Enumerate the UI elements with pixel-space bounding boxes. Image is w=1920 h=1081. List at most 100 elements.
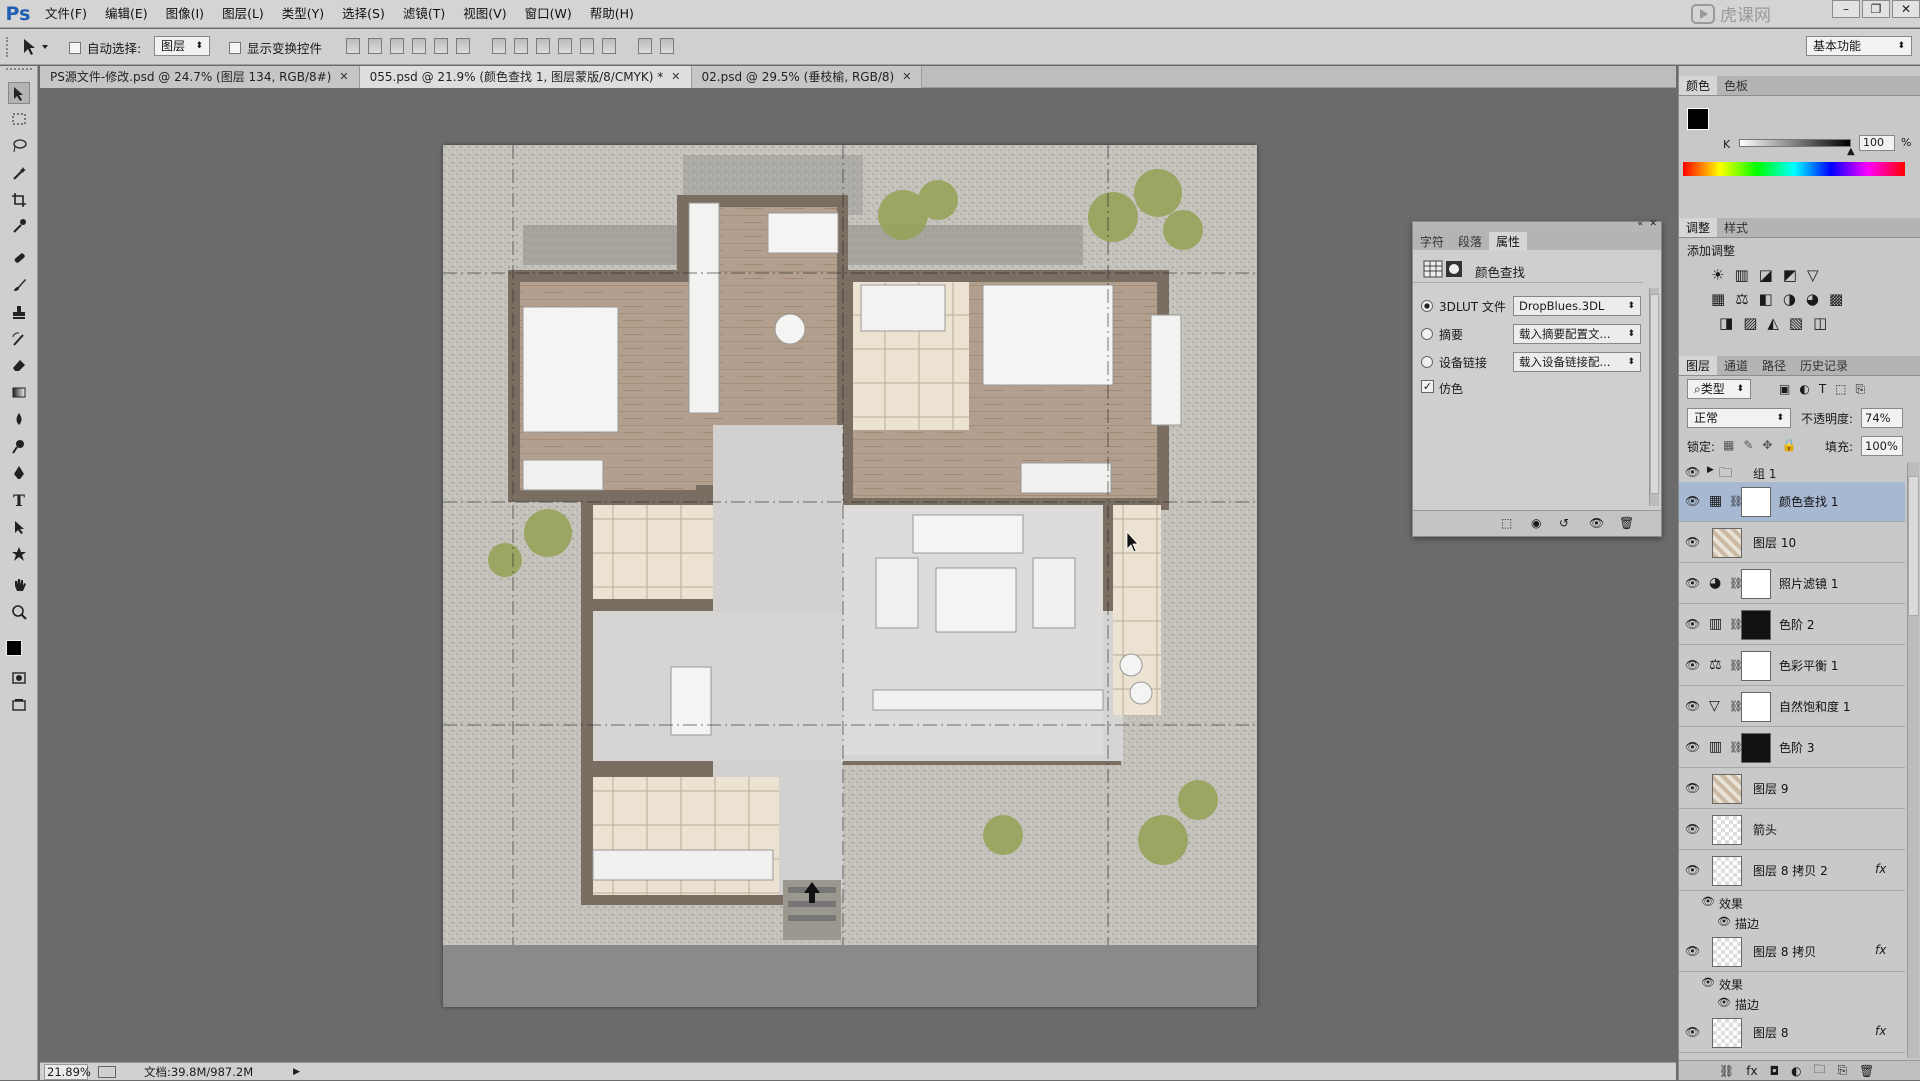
eye-icon[interactable]: 👁	[1685, 782, 1701, 794]
lock-all-icon[interactable]: 🔒	[1781, 438, 1796, 452]
color-balance-icon[interactable]: ⚖	[1735, 290, 1748, 314]
eyedropper-icon[interactable]	[8, 215, 30, 237]
posterize-icon[interactable]: ▨	[1743, 314, 1757, 338]
eye-icon[interactable]: 👁	[1685, 466, 1701, 478]
panel-tab[interactable]: 历史记录	[1793, 356, 1855, 375]
eye-icon[interactable]: 👁	[1685, 823, 1701, 835]
toolbar-grip[interactable]	[6, 68, 32, 74]
fill-input[interactable]: 100%	[1861, 436, 1903, 456]
blend-mode-dropdown[interactable]: 正常 ⬍	[1687, 408, 1791, 428]
align-distribute-icon[interactable]	[514, 38, 528, 54]
gradient-tool-icon[interactable]	[8, 381, 30, 403]
align-distribute-icon[interactable]	[346, 38, 360, 54]
collapse-icon[interactable]: «	[1637, 219, 1643, 229]
panel-tab[interactable]: 调整	[1679, 218, 1718, 237]
quick-mask-icon[interactable]	[8, 667, 30, 689]
crop-tool-icon[interactable]	[8, 189, 30, 211]
align-distribute-icon[interactable]	[660, 38, 674, 54]
magic-wand-icon[interactable]	[8, 162, 30, 184]
exposure-icon[interactable]: ◩	[1783, 266, 1797, 290]
menu-item[interactable]: 选择(S)	[333, 0, 394, 28]
fx-badge[interactable]: fx	[1875, 1024, 1886, 1038]
group-row[interactable]: 👁 ▶ 🗀 组 1	[1679, 462, 1905, 482]
auto-select-dropdown[interactable]: 图层 ⬍	[154, 36, 210, 56]
channel-mixer-icon[interactable]: ◕	[1806, 290, 1819, 314]
gradient-map-icon[interactable]: ▧	[1789, 314, 1803, 338]
layer-row[interactable]: 👁 图层 8 fx	[1679, 1013, 1905, 1053]
delete-layer-icon[interactable]: 🗑	[1859, 1064, 1874, 1078]
hand-tool-icon[interactable]	[8, 574, 30, 596]
layer-row[interactable]: 👁 箭头	[1679, 810, 1905, 850]
align-distribute-icon[interactable]	[602, 38, 616, 54]
panel-tab[interactable]: 段落	[1451, 232, 1489, 250]
view-previous-icon[interactable]: ◉	[1531, 516, 1541, 530]
layer-row[interactable]: 👁 图层 8 拷贝 2 fx	[1679, 851, 1905, 891]
layer-row[interactable]: 👁 ▽ ⛓ 自然饱和度 1	[1679, 687, 1905, 727]
hue-saturation-icon[interactable]: ▦	[1711, 290, 1725, 314]
align-distribute-icon[interactable]	[580, 38, 594, 54]
layer-row[interactable]: 👁 ▦ ⛓ 颜色查找 1	[1679, 482, 1905, 522]
eye-icon[interactable]: 👁	[1685, 1026, 1701, 1038]
move-tool-preset[interactable]	[20, 35, 56, 57]
panel-tab[interactable]: 样式	[1717, 218, 1755, 237]
black-white-icon[interactable]: ◧	[1759, 290, 1773, 314]
layer-thumbnail[interactable]	[1712, 937, 1742, 967]
color-lookup-icon[interactable]: ▩	[1829, 290, 1843, 314]
eraser-tool-icon[interactable]	[8, 354, 30, 376]
link-layers-icon[interactable]: ⛓	[1719, 1064, 1734, 1078]
eye-icon[interactable]: 👁	[1685, 700, 1701, 712]
eye-icon[interactable]: 👁	[1685, 495, 1701, 507]
layers-scrollbar[interactable]	[1907, 462, 1919, 1058]
panel-tab[interactable]: 通道	[1717, 356, 1755, 375]
proof-icon[interactable]	[98, 1065, 116, 1078]
layer-row[interactable]: 👁 图层 8 拷贝 fx	[1679, 932, 1905, 972]
restore-button[interactable]: ❐	[1862, 0, 1890, 18]
layer-mask-thumbnail[interactable]	[1741, 610, 1771, 640]
tab-close-icon[interactable]: ✕	[339, 66, 348, 88]
eye-icon[interactable]: 👁	[1685, 618, 1701, 630]
eye-icon[interactable]: 👁	[1701, 976, 1715, 989]
lock-transparent-icon[interactable]: ▦	[1723, 438, 1734, 452]
blur-tool-icon[interactable]	[8, 408, 30, 430]
invert-icon[interactable]: ◨	[1719, 314, 1733, 338]
lut-file-dropdown[interactable]: DropBlues.3DL ⬍	[1513, 296, 1641, 316]
effects-row[interactable]: 👁 效果	[1679, 892, 1905, 912]
document-tab[interactable]: PS源文件-修改.psd @ 24.7% (图层 134, RGB/8#) ✕	[40, 66, 360, 88]
minimize-button[interactable]: –	[1832, 0, 1860, 18]
type-filter-icon[interactable]: T	[1819, 382, 1826, 397]
healing-brush-icon[interactable]	[8, 247, 30, 269]
color-fg-swatch[interactable]	[1687, 108, 1709, 130]
align-distribute-icon[interactable]	[536, 38, 550, 54]
devicelink-dropdown[interactable]: 载入设备链接配... ⬍	[1513, 352, 1641, 372]
layer-mask-thumbnail[interactable]	[1741, 733, 1771, 763]
layer-row[interactable]: 👁 ▥ ⛓ 色阶 2	[1679, 605, 1905, 645]
document-tab[interactable]: 055.psd @ 21.9% (颜色查找 1, 图层蒙版/8/CMYK) * ✕	[359, 66, 692, 88]
document-canvas[interactable]	[443, 145, 1257, 1007]
layer-thumbnail[interactable]	[1712, 774, 1742, 804]
panel-close-icon[interactable]: ✕	[1649, 219, 1657, 229]
expand-arrow-icon[interactable]: ▶	[1707, 465, 1714, 475]
dodge-tool-icon[interactable]	[8, 435, 30, 457]
add-mask-icon[interactable]: ◘	[1770, 1064, 1780, 1078]
panel-tab[interactable]: 字符	[1413, 232, 1451, 250]
clip-to-layer-icon[interactable]: ⬚	[1501, 516, 1512, 530]
arrow-layer-thumbnail[interactable]	[1712, 815, 1742, 845]
photo-filter-icon[interactable]: ◑	[1783, 290, 1796, 314]
menu-item[interactable]: 图层(L)	[213, 0, 273, 28]
fx-icon[interactable]: fx	[1746, 1064, 1757, 1078]
opacity-input[interactable]: 74%	[1861, 408, 1903, 428]
layer-row[interactable]: 👁 ▥ ⛓ 色阶 3	[1679, 728, 1905, 768]
menu-item[interactable]: 文件(F)	[36, 0, 96, 28]
shape-tool-icon[interactable]	[8, 543, 30, 565]
eye-icon[interactable]: 👁	[1717, 996, 1731, 1009]
grip-handle[interactable]	[6, 37, 16, 57]
abstract-dropdown[interactable]: 载入摘要配置文... ⬍	[1513, 324, 1641, 344]
mask-icon[interactable]	[1445, 260, 1463, 278]
layer-row[interactable]: 👁 图层 9	[1679, 769, 1905, 809]
shape-filter-icon[interactable]: ⬚	[1835, 382, 1846, 397]
new-group-icon[interactable]: 🗀	[1814, 1060, 1826, 1081]
layer-thumbnail[interactable]	[1712, 1018, 1742, 1048]
path-selection-icon[interactable]	[8, 516, 30, 538]
eye-icon[interactable]: 👁	[1685, 945, 1701, 957]
brightness-icon[interactable]: ☀	[1711, 266, 1724, 290]
